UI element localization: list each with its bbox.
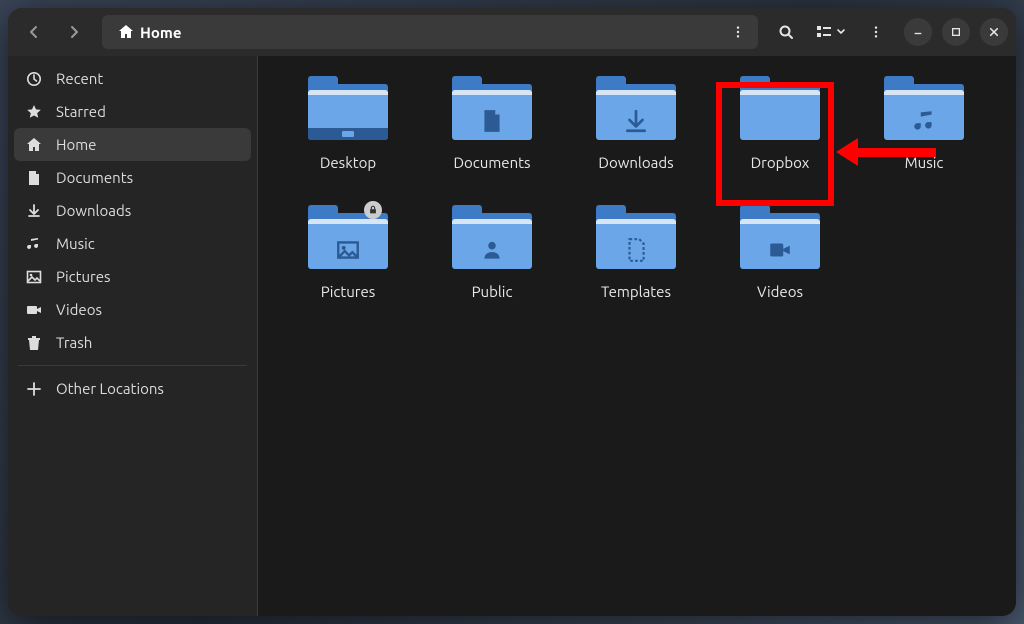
main-pane[interactable]: Desktop Documents Do <box>258 56 1016 616</box>
folder-icon <box>736 76 824 146</box>
folder-label: Documents <box>453 154 530 171</box>
download-icon <box>596 104 676 138</box>
trash-icon <box>26 335 42 351</box>
file-manager-window: Home Recent <box>8 8 1016 616</box>
video-icon <box>740 233 820 267</box>
folder-downloads[interactable]: Downloads <box>566 76 706 171</box>
maximize-icon <box>951 27 961 37</box>
star-icon <box>26 104 42 120</box>
picture-icon <box>308 233 388 267</box>
folder-label: Downloads <box>598 154 673 171</box>
folder-desktop[interactable]: Desktop <box>278 76 418 171</box>
folder-icon <box>592 76 680 146</box>
sidebar-item-label: Other Locations <box>56 380 164 397</box>
forward-button[interactable] <box>56 15 92 49</box>
home-icon <box>26 137 42 153</box>
folder-label: Pictures <box>321 283 376 300</box>
folder-icon <box>448 76 536 146</box>
template-icon <box>596 233 676 267</box>
chevron-down-icon <box>836 27 846 37</box>
sidebar-item-recent[interactable]: Recent <box>14 62 251 95</box>
folder-pictures[interactable]: Pictures <box>278 205 418 300</box>
path-label: Home <box>140 24 181 41</box>
headerbar: Home <box>8 8 1016 56</box>
folder-icon <box>304 76 392 146</box>
sidebar-item-label: Starred <box>56 103 106 120</box>
folder-label: Public <box>472 283 513 300</box>
folder-grid: Desktop Documents Do <box>278 76 996 300</box>
folder-music[interactable]: Music <box>854 76 994 171</box>
sidebar-item-label: Downloads <box>56 202 131 219</box>
minimize-icon <box>913 27 923 37</box>
view-toggle-button[interactable] <box>808 15 854 49</box>
document-icon <box>26 170 42 186</box>
sidebar-item-pictures[interactable]: Pictures <box>14 260 251 293</box>
search-button[interactable] <box>768 15 804 49</box>
grid-view-icon <box>816 24 832 40</box>
content-area: Recent Starred Home Documents Downloads <box>8 56 1016 616</box>
sidebar-item-label: Recent <box>56 70 103 87</box>
clock-icon <box>26 71 42 87</box>
sidebar-item-other-locations[interactable]: Other Locations <box>14 372 251 405</box>
document-icon <box>452 104 532 138</box>
sidebar-separator <box>18 365 247 366</box>
sidebar-item-label: Videos <box>56 301 102 318</box>
folder-documents[interactable]: Documents <box>422 76 562 171</box>
maximize-button[interactable] <box>942 18 970 46</box>
search-icon <box>778 24 794 40</box>
folder-icon <box>592 205 680 275</box>
folder-icon <box>880 76 968 146</box>
arrow-right-icon <box>66 24 82 40</box>
folder-public[interactable]: Public <box>422 205 562 300</box>
lock-icon <box>364 201 382 219</box>
path-bar[interactable]: Home <box>102 15 758 49</box>
sidebar-item-starred[interactable]: Starred <box>14 95 251 128</box>
folder-label: Templates <box>601 283 671 300</box>
path-menu-button[interactable] <box>724 18 752 46</box>
close-icon <box>989 27 999 37</box>
sidebar-item-trash[interactable]: Trash <box>14 326 251 359</box>
person-icon <box>452 233 532 267</box>
folder-videos[interactable]: Videos <box>710 205 850 300</box>
hamburger-menu-button[interactable] <box>858 15 894 49</box>
kebab-icon <box>869 25 883 39</box>
videos-icon <box>26 302 42 318</box>
sidebar-item-label: Music <box>56 235 95 252</box>
pictures-icon <box>26 269 42 285</box>
close-button[interactable] <box>980 18 1008 46</box>
sidebar-item-music[interactable]: Music <box>14 227 251 260</box>
path-segment-home[interactable]: Home <box>108 20 191 45</box>
folder-label: Videos <box>757 283 803 300</box>
folder-label: Music <box>905 154 944 171</box>
download-icon <box>26 203 42 219</box>
minimize-button[interactable] <box>904 18 932 46</box>
kebab-icon <box>731 25 745 39</box>
folder-icon <box>304 205 392 275</box>
music-icon <box>884 104 964 138</box>
folder-icon <box>736 205 824 275</box>
sidebar-item-label: Home <box>56 136 96 153</box>
home-icon <box>118 24 134 40</box>
folder-label: Desktop <box>320 154 376 171</box>
music-icon <box>26 236 42 252</box>
folder-label: Dropbox <box>751 154 810 171</box>
arrow-left-icon <box>26 24 42 40</box>
sidebar-item-label: Documents <box>56 169 133 186</box>
sidebar: Recent Starred Home Documents Downloads <box>8 56 258 616</box>
folder-dropbox[interactable]: Dropbox <box>710 76 850 171</box>
sidebar-item-videos[interactable]: Videos <box>14 293 251 326</box>
plus-icon <box>26 381 42 397</box>
sidebar-item-label: Pictures <box>56 268 111 285</box>
sidebar-item-home[interactable]: Home <box>14 128 251 161</box>
back-button[interactable] <box>16 15 52 49</box>
folder-icon <box>448 205 536 275</box>
sidebar-item-downloads[interactable]: Downloads <box>14 194 251 227</box>
sidebar-item-label: Trash <box>56 334 92 351</box>
sidebar-item-documents[interactable]: Documents <box>14 161 251 194</box>
folder-templates[interactable]: Templates <box>566 205 706 300</box>
